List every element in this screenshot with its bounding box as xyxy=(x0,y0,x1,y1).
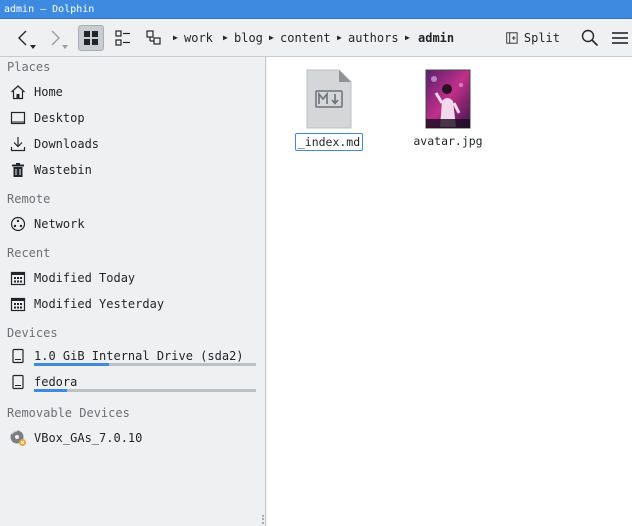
breadcrumb-item-authors[interactable]: authors xyxy=(348,19,399,57)
split-button-label: Split xyxy=(523,31,560,45)
group-header-recent: Recent xyxy=(7,246,51,260)
optical-disc-icon xyxy=(10,430,26,446)
compact-view-button[interactable] xyxy=(110,25,136,51)
places-panel: Places Home Desktop Downloads Wastebin R… xyxy=(0,57,266,526)
icons-view-icon xyxy=(84,31,98,45)
place-desktop[interactable]: Desktop xyxy=(8,107,258,129)
search-button[interactable] xyxy=(577,25,603,51)
breadcrumb-separator-icon: ▶ xyxy=(337,33,342,42)
place-label: Modified Yesterday xyxy=(34,297,165,311)
calendar-icon xyxy=(10,297,26,312)
split-button[interactable]: Split xyxy=(506,25,560,51)
place-label: Network xyxy=(34,217,85,231)
details-view-icon xyxy=(146,30,161,45)
file-name[interactable]: avatar.jpg xyxy=(411,133,484,149)
drive-icon xyxy=(12,348,24,364)
dropdown-arrow-icon xyxy=(30,45,36,49)
image-thumbnail xyxy=(425,69,471,129)
place-wastebin[interactable]: Wastebin xyxy=(8,159,258,181)
place-label: Downloads xyxy=(34,137,100,151)
window-title: admin — Dolphin xyxy=(4,4,95,15)
file-name[interactable]: _index.md xyxy=(294,133,364,151)
place-modified-today[interactable]: Modified Today xyxy=(8,267,258,289)
group-header-devices: Devices xyxy=(7,326,58,340)
window-titlebar[interactable]: admin — Dolphin xyxy=(0,0,632,19)
breadcrumb-separator-icon: ▶ xyxy=(223,33,228,42)
forward-button[interactable] xyxy=(42,25,68,51)
split-view-icon xyxy=(506,32,518,44)
chevron-left-icon xyxy=(18,30,27,46)
breadcrumb-separator-icon: ▶ xyxy=(269,33,274,42)
place-label: Home xyxy=(34,85,63,99)
place-label: 1.0 GiB Internal Drive (sda2) xyxy=(34,349,244,363)
download-icon xyxy=(10,137,26,152)
trash-icon xyxy=(12,163,24,177)
hamburger-menu-icon xyxy=(612,32,628,44)
place-downloads[interactable]: Downloads xyxy=(8,133,258,155)
main-menu-button[interactable] xyxy=(607,25,632,51)
place-label: Modified Today xyxy=(34,271,136,285)
toolbar: ▶ work ▶ blog ▶ content ▶ authors ▶ admi… xyxy=(0,19,632,57)
place-network[interactable]: Network xyxy=(8,213,258,235)
breadcrumb-separator-icon: ▶ xyxy=(405,33,410,42)
desktop-icon xyxy=(10,111,26,125)
capacity-bar xyxy=(34,363,256,366)
back-button[interactable] xyxy=(10,25,36,51)
device-vbox-guest-additions[interactable]: VBox_GAs_7.0.10 xyxy=(8,427,258,449)
file-view[interactable]: _index.md avatar.jpg xyxy=(267,57,632,526)
place-label: Wastebin xyxy=(34,163,92,177)
network-icon xyxy=(10,216,26,232)
breadcrumb-item-blog[interactable]: blog xyxy=(234,19,263,57)
breadcrumb-item-work[interactable]: work xyxy=(184,19,213,57)
dropdown-arrow-icon xyxy=(62,45,68,49)
icons-view-button[interactable] xyxy=(78,25,104,51)
capacity-fill xyxy=(34,389,68,392)
file-item[interactable]: avatar.jpg xyxy=(408,69,488,153)
place-home[interactable]: Home xyxy=(8,81,258,103)
capacity-fill xyxy=(34,363,110,366)
calendar-icon xyxy=(10,271,26,286)
breadcrumb-item-content[interactable]: content xyxy=(280,19,331,57)
group-header-remote: Remote xyxy=(7,192,51,206)
compact-view-icon xyxy=(115,30,130,46)
markdown-file-icon xyxy=(306,69,352,129)
chevron-right-icon xyxy=(51,30,60,46)
group-header-removable-devices: Removable Devices xyxy=(7,406,130,420)
details-view-button[interactable] xyxy=(141,25,167,51)
breadcrumb-separator-icon: ▶ xyxy=(173,33,178,42)
file-item[interactable]: _index.md xyxy=(289,69,369,153)
home-icon xyxy=(11,85,25,100)
group-header-places: Places xyxy=(7,60,51,74)
place-label: fedora xyxy=(34,375,78,389)
search-icon xyxy=(581,29,599,47)
panel-resize-handle[interactable] xyxy=(262,515,264,526)
drive-icon xyxy=(12,374,24,390)
place-modified-yesterday[interactable]: Modified Yesterday xyxy=(8,293,258,315)
place-label: VBox_GAs_7.0.10 xyxy=(34,431,143,445)
capacity-bar xyxy=(34,389,256,392)
place-label: Desktop xyxy=(34,111,85,125)
breadcrumb-item-admin[interactable]: admin xyxy=(418,19,454,57)
